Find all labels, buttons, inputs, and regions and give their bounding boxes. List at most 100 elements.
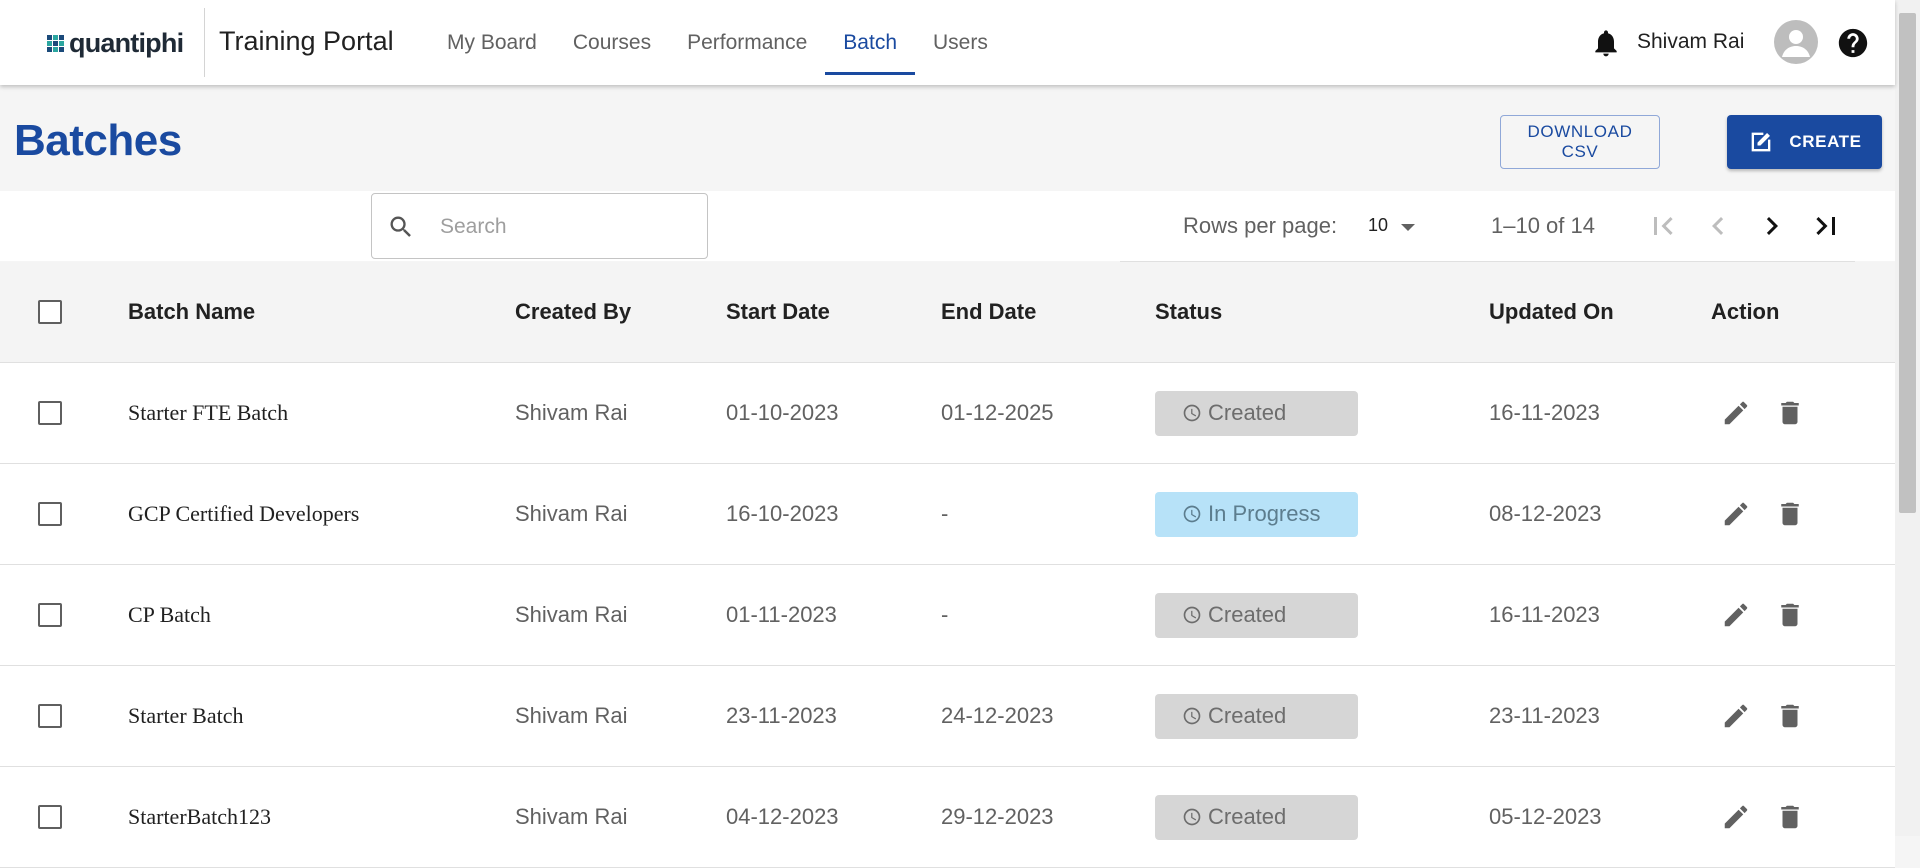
table-row[interactable]: GCP Certified Developers Shivam Rai 16-10-… (0, 464, 1895, 565)
column-header-start-date[interactable]: Start Date (726, 262, 830, 362)
main-nav: My Board Courses Performance Batch Users (429, 0, 1006, 85)
delete-icon[interactable] (1775, 398, 1805, 428)
nav-courses[interactable]: Courses (555, 0, 669, 85)
nav-performance[interactable]: Performance (669, 0, 825, 85)
next-page-button[interactable] (1754, 208, 1790, 244)
logo-mark-icon (47, 34, 64, 52)
select-all-cell (38, 262, 62, 362)
delete-icon[interactable] (1775, 802, 1805, 832)
notifications-icon[interactable] (1590, 27, 1622, 59)
created-by-cell: Shivam Rai (515, 602, 628, 627)
row-select-cell (38, 565, 62, 665)
delete-icon[interactable] (1775, 499, 1805, 529)
created-by-cell: Shivam Rai (515, 703, 628, 728)
edit-icon[interactable] (1721, 398, 1751, 428)
status-badge: Created (1155, 693, 1358, 739)
app-title: Training Portal (219, 26, 394, 56)
nav-users[interactable]: Users (915, 0, 1006, 85)
end-date-cell: 29-12-2023 (941, 804, 1054, 829)
create-label: CREATE (1789, 132, 1862, 151)
edit-icon[interactable] (1721, 802, 1751, 832)
end-date-cell: - (941, 501, 949, 526)
search-field[interactable] (371, 193, 708, 259)
table-row[interactable]: StarterBatch123 Shivam Rai 04-12-2023 29-12… (0, 767, 1895, 868)
last-page-button[interactable] (1808, 208, 1844, 244)
end-date-cell: 24-12-2023 (941, 703, 1054, 728)
create-batch-button[interactable]: CREATE (1727, 115, 1882, 169)
first-page-button[interactable] (1645, 208, 1681, 244)
delete-icon[interactable] (1775, 600, 1805, 630)
table-toolbar: Rows per page: 10 1–10 of 14 (0, 191, 1895, 262)
row-select-cell (38, 464, 62, 564)
delete-icon[interactable] (1775, 701, 1805, 731)
status-cell: Created (1155, 767, 1358, 867)
account-icon[interactable] (1774, 20, 1818, 64)
download-csv-button[interactable]: DOWNLOAD CSV (1500, 115, 1660, 169)
column-header-status[interactable]: Status (1155, 262, 1222, 362)
column-header-batch-name[interactable]: Batch Name (128, 262, 255, 362)
status-badge: Created (1155, 794, 1358, 840)
status-cell: Created (1155, 666, 1358, 766)
help-icon[interactable] (1836, 26, 1870, 60)
row-checkbox[interactable] (38, 704, 62, 728)
column-header-end-date[interactable]: End Date (941, 262, 1036, 362)
updated-on-cell: 23-11-2023 (1489, 703, 1600, 728)
rows-per-page-value: 10 (1368, 215, 1389, 235)
header-divider (204, 8, 205, 77)
row-checkbox[interactable] (38, 502, 62, 526)
batch-name-cell[interactable]: CP Batch (128, 565, 211, 665)
user-name[interactable]: Shivam Rai (1637, 30, 1744, 54)
batch-name-cell[interactable]: StarterBatch123 (128, 767, 271, 867)
scrollbar-thumb[interactable] (1899, 13, 1916, 513)
nav-batch[interactable]: Batch (825, 0, 915, 85)
select-all-checkbox[interactable] (38, 300, 62, 324)
chevron-right-icon (1766, 217, 1778, 235)
clock-icon (1183, 404, 1201, 422)
dropdown-arrow-icon (1401, 224, 1415, 231)
last-page-icon (1816, 217, 1835, 235)
table-row[interactable]: Starter Batch Shivam Rai 23-11-2023 24-12-2… (0, 666, 1895, 767)
table-row[interactable]: CP Batch Shivam Rai 01-11-2023 - Created 16-1… (0, 565, 1895, 666)
batch-name-cell[interactable]: GCP Certified Developers (128, 464, 359, 564)
row-checkbox[interactable] (38, 805, 62, 829)
action-cell (1711, 565, 1831, 665)
row-select-cell (38, 767, 62, 867)
batch-name-cell[interactable]: Starter FTE Batch (128, 363, 288, 463)
table-pagination: Rows per page: 10 1–10 of 14 (1120, 191, 1855, 262)
edit-icon[interactable] (1721, 701, 1751, 731)
start-date-cell: 01-11-2023 (726, 602, 837, 627)
status-label: In Progress (1208, 501, 1321, 526)
nav-my-board[interactable]: My Board (429, 0, 555, 85)
updated-on-cell: 16-11-2023 (1489, 602, 1600, 627)
start-date-cell: 01-10-2023 (726, 400, 839, 425)
quantiphi-logo[interactable]: quantiphi (47, 28, 184, 58)
action-cell (1711, 666, 1831, 766)
edit-icon[interactable] (1721, 499, 1751, 529)
search-input[interactable] (438, 206, 697, 248)
action-cell (1711, 767, 1831, 867)
table-row[interactable]: Starter FTE Batch Shivam Rai 01-10-2023 01-… (0, 363, 1895, 464)
column-header-updated-on[interactable]: Updated On (1489, 262, 1614, 362)
search-icon (390, 216, 411, 237)
batch-name-cell[interactable]: Starter Batch (128, 666, 243, 766)
edit-note-icon (1752, 132, 1771, 152)
updated-on-cell: 16-11-2023 (1489, 400, 1600, 425)
rows-per-page-label: Rows per page: (1183, 213, 1338, 238)
clock-icon (1183, 707, 1201, 725)
row-select-cell (38, 363, 62, 463)
created-by-cell: Shivam Rai (515, 804, 628, 829)
edit-icon[interactable] (1721, 600, 1751, 630)
row-select-cell (38, 666, 62, 766)
status-badge: Created (1155, 390, 1358, 436)
row-checkbox[interactable] (38, 603, 62, 627)
pagination-range: 1–10 of 14 (1491, 213, 1595, 238)
start-date-cell: 23-11-2023 (726, 703, 837, 728)
row-checkbox[interactable] (38, 401, 62, 425)
rows-per-page-select[interactable]: 10 (1368, 215, 1428, 239)
status-label: Created (1208, 703, 1287, 728)
updated-on-cell: 05-12-2023 (1489, 804, 1602, 829)
previous-page-button[interactable] (1700, 208, 1736, 244)
column-header-created-by[interactable]: Created By (515, 262, 631, 362)
created-by-cell: Shivam Rai (515, 400, 628, 425)
end-date-cell: 01-12-2025 (941, 400, 1054, 425)
